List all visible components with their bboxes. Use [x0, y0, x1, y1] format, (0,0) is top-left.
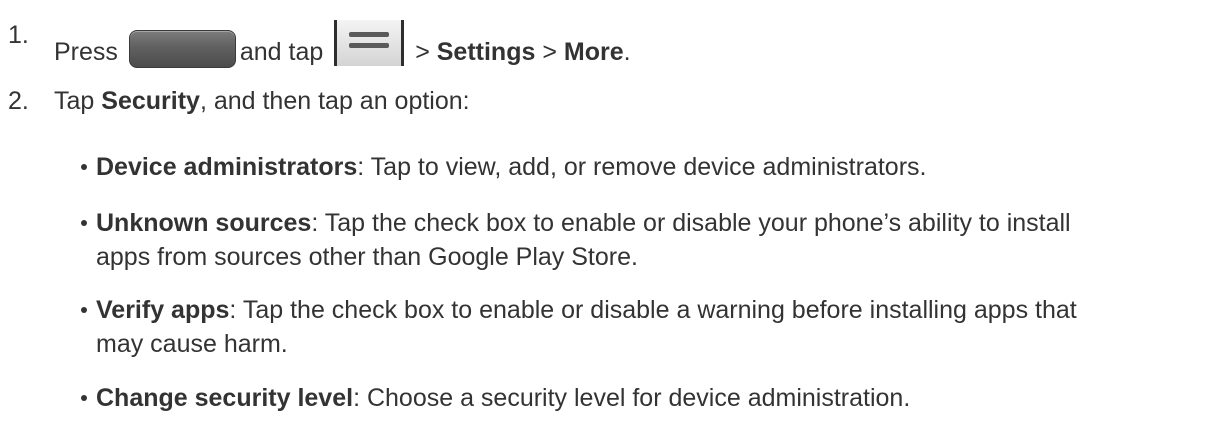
- bullet-icon: [81, 220, 87, 226]
- option-verify-apps: Verify apps: Tap the check box to enable…: [81, 293, 1196, 361]
- option-title: Verify apps: [96, 296, 230, 324]
- option-description-cont: may cause harm.: [96, 330, 288, 358]
- option-title: Change security level: [96, 384, 354, 412]
- bullet-icon: [81, 307, 87, 313]
- option-description: : Tap the check box to enable or disable…: [229, 296, 1077, 324]
- option-title: Unknown sources: [96, 209, 312, 237]
- option-description-cont: apps from sources other than Google Play…: [96, 243, 638, 271]
- settings-label: Settings: [436, 38, 536, 66]
- menu-key-icon: [334, 20, 405, 66]
- step-number: 1.: [8, 21, 29, 49]
- option-description: : Tap the check box to enable or disable…: [311, 209, 1071, 237]
- step-text: Press and tap > Settings > More.: [54, 20, 631, 68]
- home-key-icon: [128, 30, 236, 68]
- option-device-administrators: Device administrators: Tap to view, add,…: [81, 150, 1196, 184]
- step-text: Tap Security, and then tap an option:: [54, 87, 470, 115]
- option-description: : Tap to view, add, or remove device adm…: [357, 153, 927, 181]
- option-unknown-sources: Unknown sources: Tap the check box to en…: [81, 206, 1196, 274]
- bullet-icon: [81, 395, 87, 401]
- step-number: 2.: [8, 87, 29, 115]
- option-description: : Choose a security level for device adm…: [353, 384, 911, 412]
- bullet-icon: [81, 164, 87, 170]
- security-label: Security: [101, 87, 200, 115]
- option-title: Device administrators: [96, 153, 358, 181]
- option-change-security-level: Change security level: Choose a security…: [81, 381, 1196, 415]
- more-label: More: [563, 38, 624, 66]
